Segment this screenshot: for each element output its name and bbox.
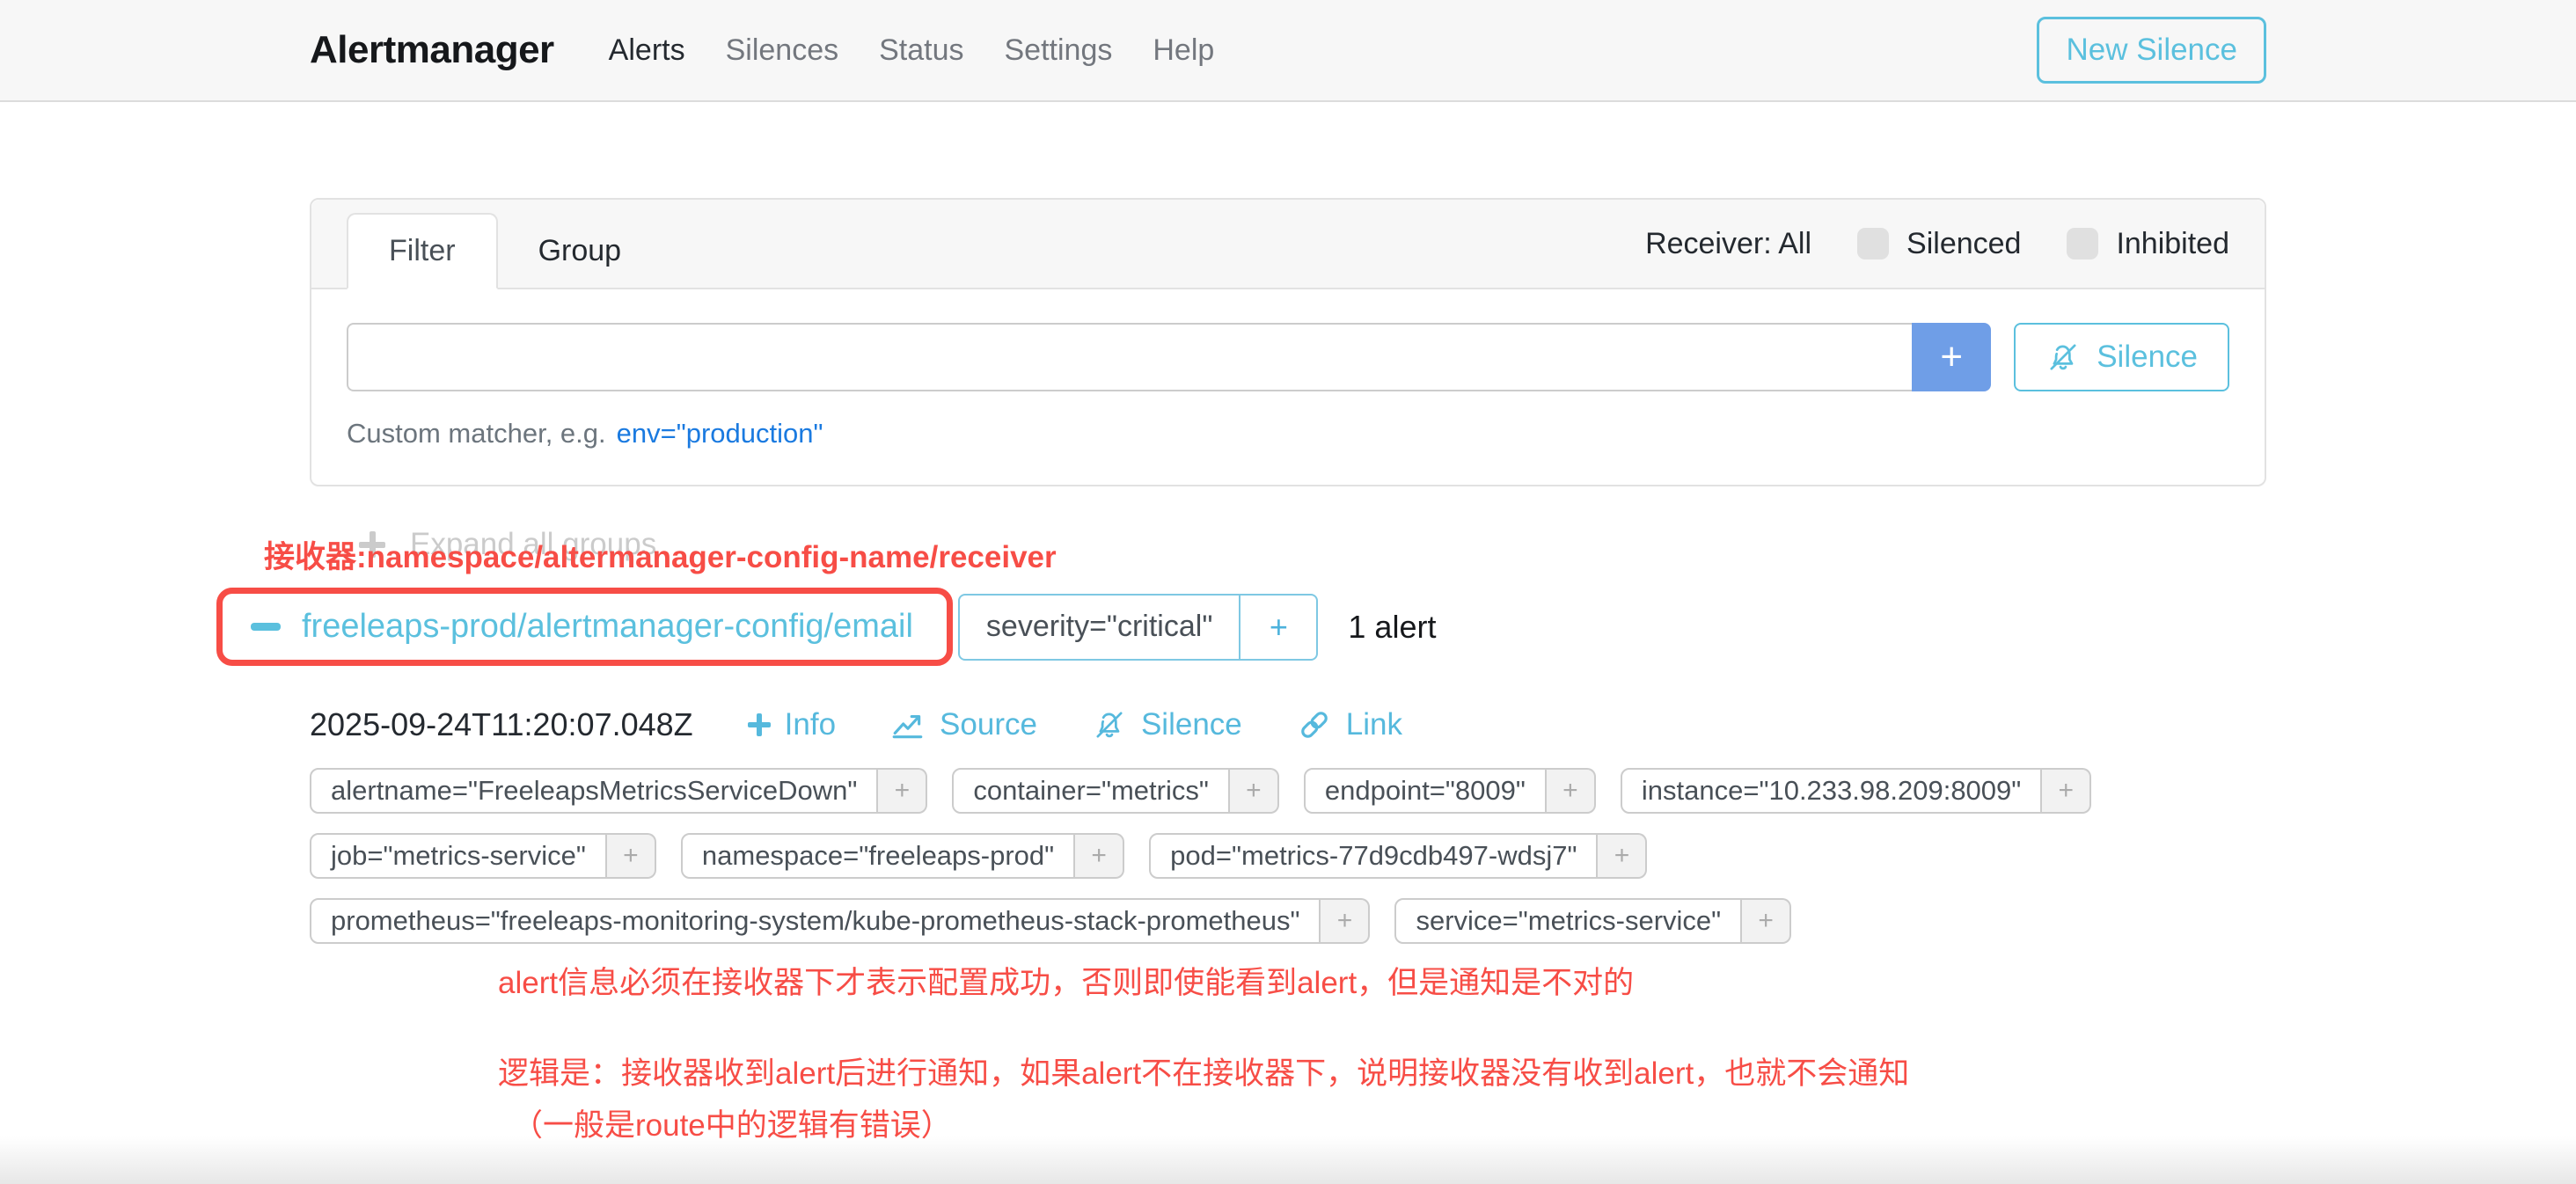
group-matcher-chip: severity="critical" + xyxy=(958,594,1318,661)
silence-from-filter-button[interactable]: Silence xyxy=(2014,323,2229,391)
alert-label-text: service="metrics-service" xyxy=(1394,898,1742,944)
add-label-filter-button[interactable]: + xyxy=(1742,898,1791,944)
silence-button-label: Silence xyxy=(2097,340,2198,375)
checkbox-icon[interactable] xyxy=(1857,228,1889,259)
filter-card: Filter Group Receiver: All Silenced Inhib… xyxy=(310,198,2266,486)
tab-filter[interactable]: Filter xyxy=(347,213,498,289)
group-matcher-add-button[interactable]: + xyxy=(1240,594,1318,661)
action-label: Link xyxy=(1346,707,1402,742)
annotation-highlight-box: freeleaps-prod/alertmanager-config/email xyxy=(216,588,953,666)
checkbox-icon[interactable] xyxy=(2067,228,2098,259)
link-icon xyxy=(1297,707,1332,742)
checkbox-label: Inhibited xyxy=(2116,227,2229,261)
help-prefix-text: Custom matcher, e.g. xyxy=(347,418,606,449)
nav-item-alerts[interactable]: Alerts xyxy=(609,33,685,68)
navbar: Alertmanager Alerts Silences Status Setting… xyxy=(0,0,2576,102)
alertmanager-page: Alertmanager Alerts Silences Status Setting… xyxy=(0,0,2576,1184)
alert-item: 2025-09-24T11:20:07.048Z Info Source Silen… xyxy=(310,706,2266,944)
annotation-receiver-note: 接收器:namespace/altermanager-config-name/r… xyxy=(264,532,1057,577)
action-label: Source xyxy=(940,707,1037,742)
app-brand: Alertmanager xyxy=(310,28,554,72)
tab-group[interactable]: Group xyxy=(498,215,662,288)
alert-action-info[interactable]: Info xyxy=(748,707,836,742)
nav-item-silences[interactable]: Silences xyxy=(726,33,839,68)
state-filter-checkboxes: Silenced Inhibited xyxy=(1857,227,2229,261)
nav-item-help[interactable]: Help xyxy=(1153,33,1214,68)
alert-label-chip: job="metrics-service"+ xyxy=(310,833,656,879)
nav-item-settings[interactable]: Settings xyxy=(1005,33,1113,68)
filter-checkbox-inhibited[interactable]: Inhibited xyxy=(2067,227,2229,261)
alert-label-text: endpoint="8009" xyxy=(1304,768,1547,814)
chart-icon xyxy=(890,707,926,742)
filter-card-header: Filter Group Receiver: All Silenced Inhib… xyxy=(311,200,2265,289)
plus-icon xyxy=(748,713,771,736)
checkbox-label: Silenced xyxy=(1906,227,2021,261)
new-silence-button[interactable]: New Silence xyxy=(2037,17,2266,84)
alert-label-text: job="metrics-service" xyxy=(310,833,607,879)
annotation-logic-note-2: （一般是route中的逻辑有错误） xyxy=(512,1100,2266,1145)
alert-label-chip: namespace="freeleaps-prod"+ xyxy=(681,833,1124,879)
alert-label-text: instance="10.233.98.209:8009" xyxy=(1621,768,2042,814)
annotation-alert-note: alert信息必须在接收器下才表示配置成功，否则即使能看到alert，但是通知是… xyxy=(498,958,2266,1003)
main-content: Expand all groups 接收器:namespace/alterman… xyxy=(310,527,2266,1145)
add-label-filter-button[interactable]: + xyxy=(1547,768,1596,814)
alert-label-chip: alertname="FreeleapsMetricsServiceDown"+ xyxy=(310,768,927,814)
alert-actions: Info Source Silence Link xyxy=(748,707,1402,742)
custom-matcher-help: Custom matcher, e.g. env="production" xyxy=(347,418,2229,449)
add-label-filter-button[interactable]: + xyxy=(1598,833,1647,879)
filter-checkbox-silenced[interactable]: Silenced xyxy=(1857,227,2021,261)
alert-action-link[interactable]: Link xyxy=(1297,707,1402,742)
bell-slash-icon xyxy=(2045,340,2081,375)
bell-slash-icon xyxy=(1092,707,1127,742)
alert-count: 1 alert xyxy=(1348,609,1436,646)
alert-label-text: prometheus="freeleaps-monitoring-system/… xyxy=(310,898,1321,944)
alert-label-chip: service="metrics-service"+ xyxy=(1394,898,1791,944)
matcher-input[interactable] xyxy=(347,323,1912,391)
collapse-minus-icon xyxy=(251,623,281,631)
add-label-filter-button[interactable]: + xyxy=(607,833,656,879)
nav-item-status[interactable]: Status xyxy=(879,33,963,68)
action-label: Silence xyxy=(1141,707,1242,742)
alert-label-text: namespace="freeleaps-prod" xyxy=(681,833,1075,879)
group-receiver-button[interactable]: freeleaps-prod/alertmanager-config/email xyxy=(231,601,933,653)
alert-label-text: container="metrics" xyxy=(952,768,1230,814)
action-label: Info xyxy=(785,707,836,742)
add-label-filter-button[interactable]: + xyxy=(2042,768,2091,814)
receiver-filter-dropdown[interactable]: Receiver: All xyxy=(1645,227,1811,261)
alert-group-row: freeleaps-prod/alertmanager-config/email… xyxy=(216,588,2266,666)
group-receiver-label: freeleaps-prod/alertmanager-config/email xyxy=(302,608,913,646)
alert-label-text: alertname="FreeleapsMetricsServiceDown" xyxy=(310,768,878,814)
main-nav: Alerts Silences Status Settings Help xyxy=(609,33,1255,68)
add-matcher-button[interactable]: + xyxy=(1912,323,1991,391)
alert-action-source[interactable]: Source xyxy=(890,707,1037,742)
add-label-filter-button[interactable]: + xyxy=(1321,898,1370,944)
annotation-logic-note: 逻辑是：接收器收到alert后进行通知，如果alert不在接收器下，说明接收器没… xyxy=(498,1049,2266,1093)
group-matcher-text: severity="critical" xyxy=(958,594,1240,661)
alert-label-chip: endpoint="8009"+ xyxy=(1304,768,1596,814)
add-label-filter-button[interactable]: + xyxy=(1075,833,1124,879)
alert-label-chip: container="metrics"+ xyxy=(952,768,1279,814)
alert-labels: alertname="FreeleapsMetricsServiceDown"+… xyxy=(310,768,2266,944)
alert-label-text: pod="metrics-77d9cdb497-wdsj7" xyxy=(1149,833,1598,879)
alert-timestamp: 2025-09-24T11:20:07.048Z xyxy=(310,706,693,743)
matcher-example-link[interactable]: env="production" xyxy=(617,418,823,449)
add-label-filter-button[interactable]: + xyxy=(878,768,927,814)
alert-action-silence[interactable]: Silence xyxy=(1092,707,1242,742)
alert-label-chip: prometheus="freeleaps-monitoring-system/… xyxy=(310,898,1370,944)
alert-label-chip: pod="metrics-77d9cdb497-wdsj7"+ xyxy=(1149,833,1647,879)
alert-label-chip: instance="10.233.98.209:8009"+ xyxy=(1621,768,2091,814)
add-label-filter-button[interactable]: + xyxy=(1230,768,1279,814)
filter-card-body: + Silence Custom matcher, e.g. env="produ… xyxy=(311,289,2265,485)
